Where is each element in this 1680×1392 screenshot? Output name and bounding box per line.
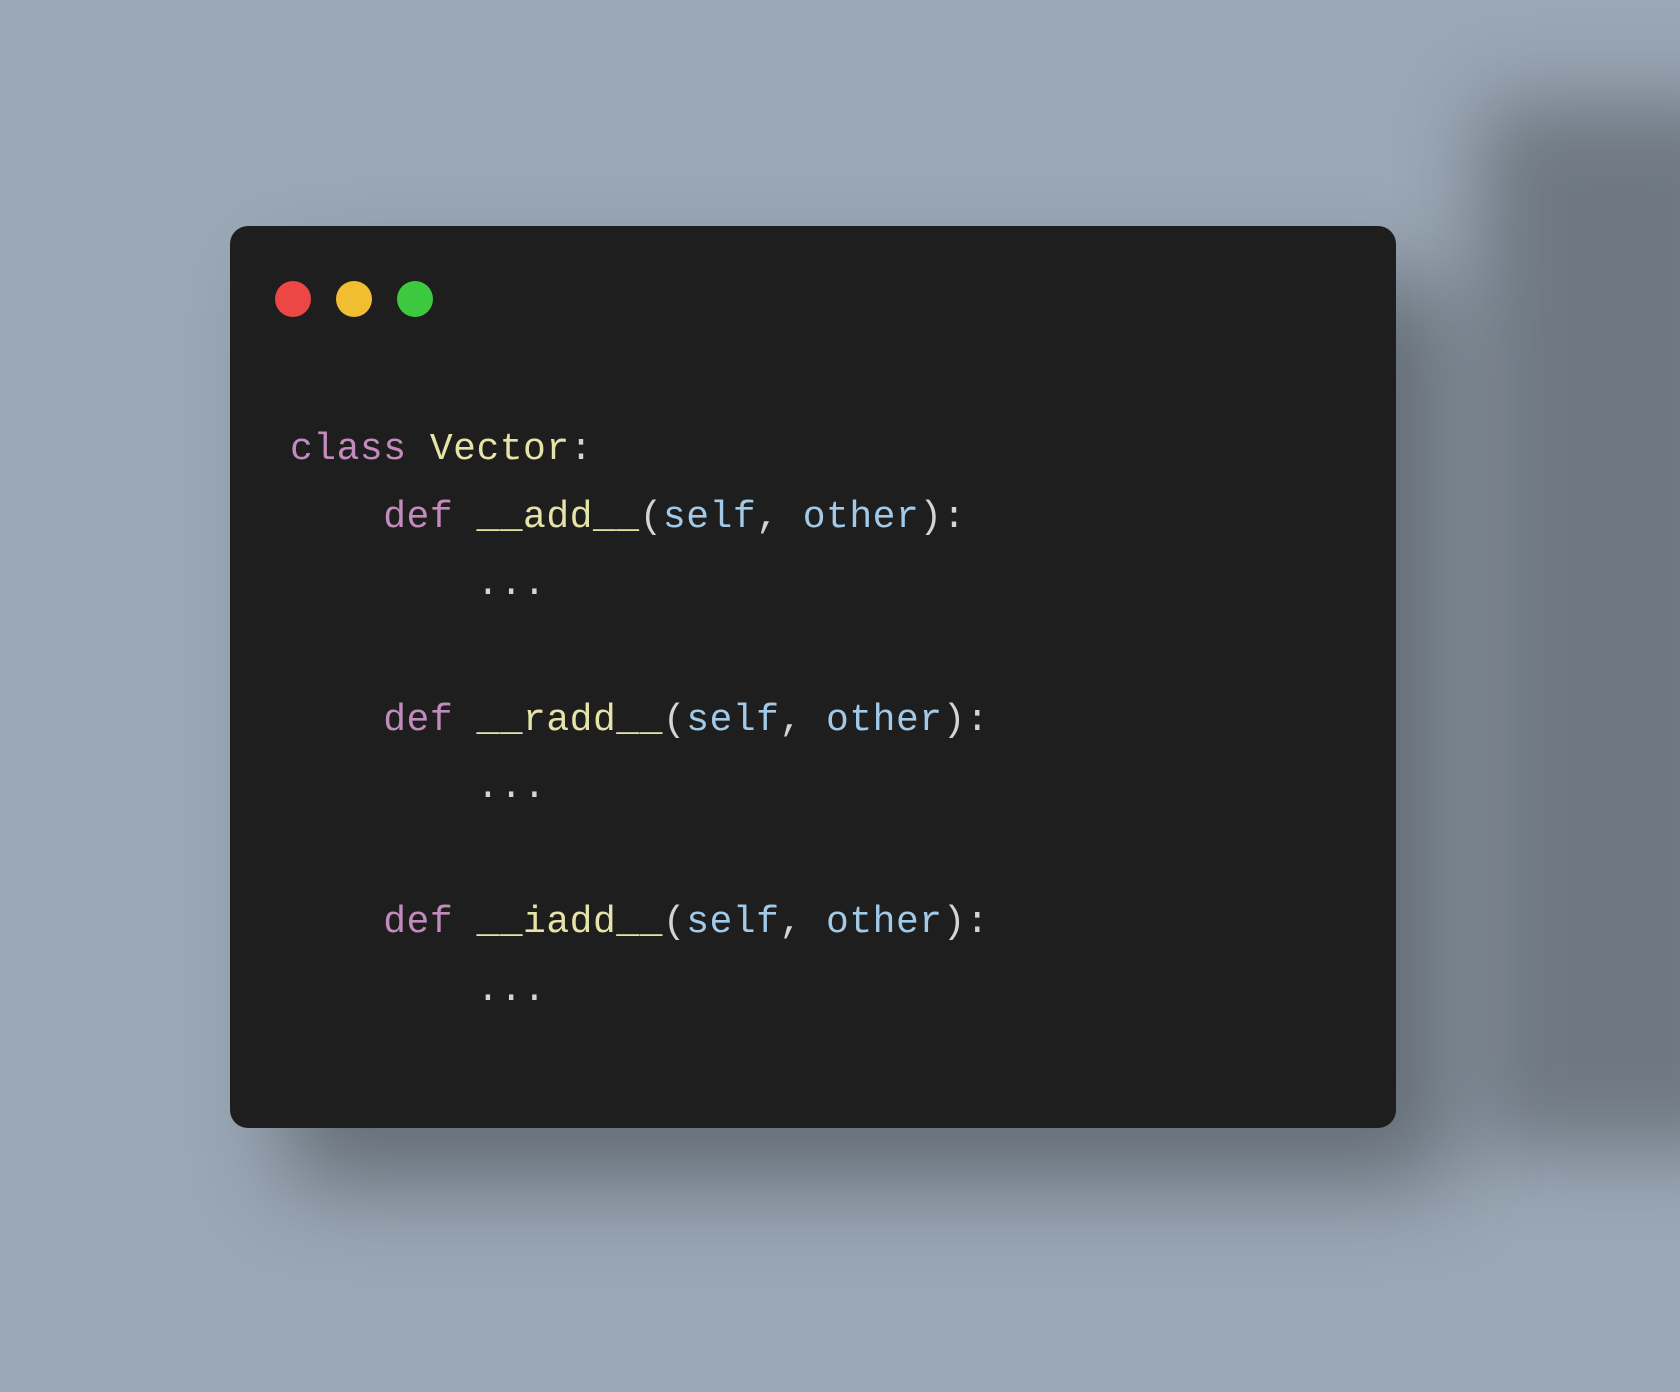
keyword-def: def <box>383 699 453 742</box>
method-radd: __radd__ <box>476 699 662 742</box>
class-name: Vector <box>430 428 570 471</box>
code-content: class Vector: def __add__(self, other): … <box>290 416 989 1025</box>
param-other: other <box>826 699 943 742</box>
close-icon[interactable] <box>275 281 311 317</box>
maximize-icon[interactable] <box>397 281 433 317</box>
ellipsis: ... <box>476 969 546 1012</box>
keyword-class: class <box>290 428 407 471</box>
method-iadd: __iadd__ <box>476 901 662 944</box>
param-self: self <box>686 699 779 742</box>
param-self: self <box>686 901 779 944</box>
keyword-def: def <box>383 901 453 944</box>
keyword-def: def <box>383 496 453 539</box>
method-add: __add__ <box>476 496 639 539</box>
code-window: class Vector: def __add__(self, other): … <box>230 226 1396 1128</box>
param-other: other <box>826 901 943 944</box>
ellipsis: ... <box>476 563 546 606</box>
traffic-lights <box>275 281 433 317</box>
minimize-icon[interactable] <box>336 281 372 317</box>
secondary-shadow <box>1480 100 1680 1150</box>
ellipsis: ... <box>476 766 546 809</box>
param-self: self <box>663 496 756 539</box>
param-other: other <box>803 496 920 539</box>
